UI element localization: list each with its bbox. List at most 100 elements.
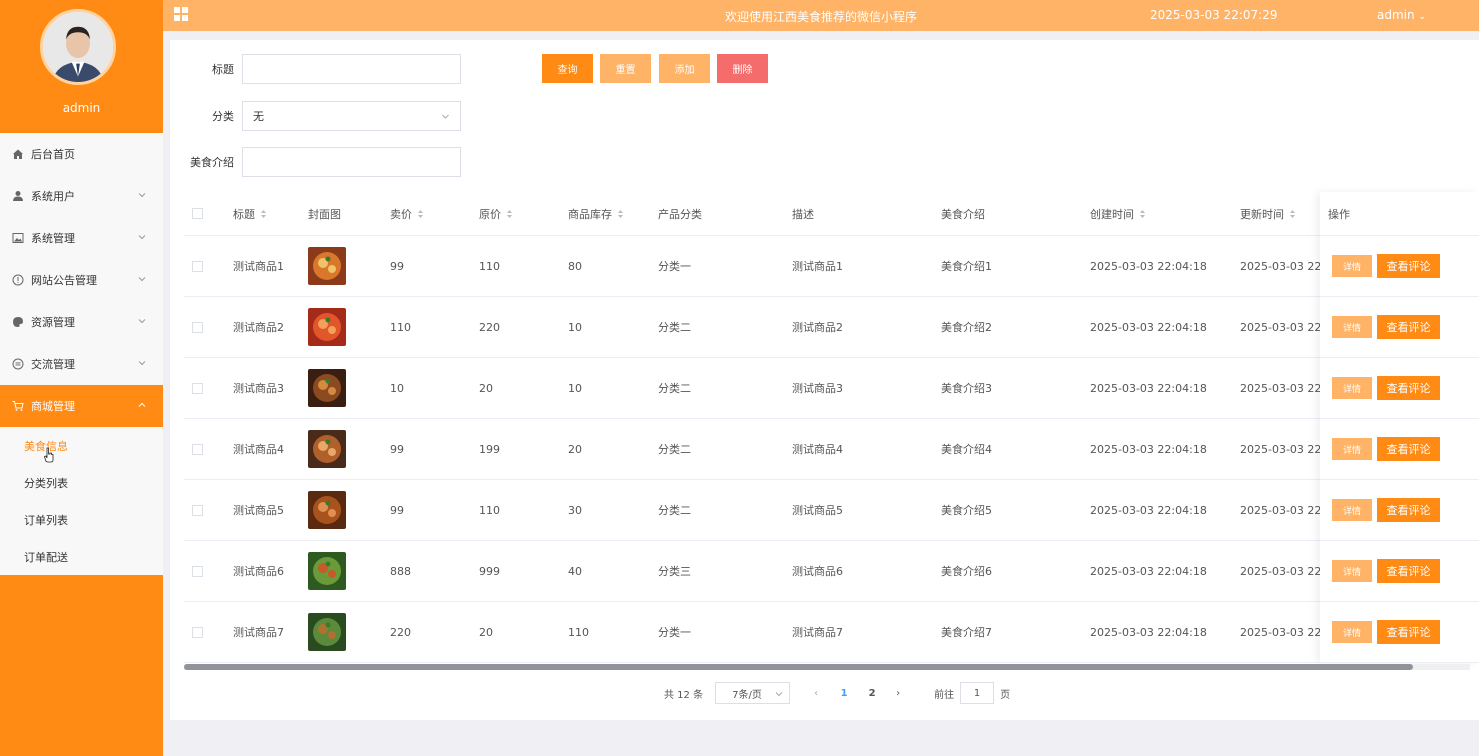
header-original[interactable]: 原价 (479, 192, 513, 235)
cell-title: 测试商品5 (233, 504, 284, 517)
cell-cover[interactable] (308, 297, 346, 357)
detail-button[interactable]: 详情 (1332, 377, 1372, 399)
sub-item-order-list[interactable]: 订单列表 (0, 501, 163, 538)
detail-button[interactable]: 详情 (1332, 316, 1372, 338)
cover-image[interactable] (308, 491, 346, 529)
cell-category: 分类一 (658, 260, 691, 273)
detail-button[interactable]: 详情 (1332, 499, 1372, 521)
operations-body: 详情 查看评论 详情 查看评论 详情 查看评论 详情 查看评论 详情 查看评论 … (1320, 236, 1479, 663)
cover-image[interactable] (308, 247, 346, 285)
sidebar-item-shop[interactable]: 商城管理 (0, 385, 163, 427)
cell-intro: 美食介绍5 (941, 504, 992, 517)
home-icon (11, 148, 24, 161)
header-title[interactable]: 标题 (233, 192, 267, 235)
header-created[interactable]: 创建时间 (1090, 192, 1146, 235)
sidebar-item-label: 交流管理 (31, 358, 75, 371)
page-number[interactable]: 2 (862, 688, 882, 699)
cell-intro: 美食介绍3 (941, 382, 992, 395)
next-page-button[interactable]: › (890, 688, 906, 699)
ops-row: 详情 查看评论 (1320, 419, 1479, 480)
filter-category-row: 分类 无 (170, 101, 461, 131)
sub-item-food-info[interactable]: 美食信息 (0, 427, 163, 464)
sidebar-item-label: 系统管理 (31, 232, 75, 245)
cell-intro: 美食介绍7 (941, 626, 992, 639)
cell-title: 测试商品6 (233, 565, 284, 578)
chevron-down-icon (138, 235, 146, 240)
cell-stock: 10 (568, 320, 582, 334)
hand-cursor-icon (44, 447, 54, 463)
delete-button[interactable]: 删除 (717, 54, 768, 83)
cover-image[interactable] (308, 613, 346, 651)
view-comments-button[interactable]: 查看评论 (1377, 559, 1440, 583)
reset-button[interactable]: 重置 (600, 54, 651, 83)
row-checkbox[interactable] (192, 541, 203, 601)
avatar[interactable] (40, 9, 116, 85)
view-comments-button[interactable]: 查看评论 (1377, 437, 1440, 461)
chevron-down-icon (138, 361, 146, 366)
query-button[interactable]: 查询 (542, 54, 593, 83)
detail-button[interactable]: 详情 (1332, 621, 1372, 643)
row-checkbox[interactable] (192, 297, 203, 357)
header-updated[interactable]: 更新时间 (1240, 192, 1296, 235)
sidebar-item-announcements[interactable]: 网站公告管理 (0, 259, 163, 301)
detail-button[interactable]: 详情 (1332, 560, 1372, 582)
cell-original: 999 (479, 564, 500, 578)
sidebar-item-home[interactable]: 后台首页 (0, 133, 163, 175)
app-title: 欢迎使用江西美食推荐的微信小程序 (724, 10, 917, 24)
cell-cover[interactable] (308, 480, 346, 540)
row-checkbox[interactable] (192, 419, 203, 479)
cover-image[interactable] (308, 308, 346, 346)
sub-item-category-list[interactable]: 分类列表 (0, 464, 163, 501)
cover-image[interactable] (308, 552, 346, 590)
chevron-down-icon (775, 692, 783, 697)
sidebar-item-communication[interactable]: 交流管理 (0, 343, 163, 385)
goto-page-input[interactable]: 1 (960, 682, 995, 704)
view-comments-button[interactable]: 查看评论 (1377, 376, 1440, 400)
detail-button[interactable]: 详情 (1332, 255, 1372, 277)
select-all-checkbox[interactable] (192, 192, 203, 235)
page-number[interactable]: 1 (834, 688, 854, 699)
cell-price: 888 (390, 564, 411, 578)
title-input[interactable] (242, 54, 461, 84)
cell-stock: 10 (568, 381, 582, 395)
sidebar-item-label: 后台首页 (31, 148, 75, 161)
chevron-down-icon (138, 319, 146, 324)
sidebar-item-resources[interactable]: 资源管理 (0, 301, 163, 343)
cell-intro: 美食介绍2 (941, 321, 992, 334)
cell-updated: 2025-03-03 22:04 (1240, 503, 1320, 517)
sub-item-order-delivery[interactable]: 订单配送 (0, 538, 163, 575)
view-comments-button[interactable]: 查看评论 (1377, 620, 1440, 644)
scrollbar-thumb[interactable] (184, 664, 1413, 670)
category-select[interactable]: 无 (242, 101, 461, 131)
page-size-select[interactable]: 7条/页 (715, 682, 791, 704)
row-checkbox[interactable] (192, 236, 203, 296)
cover-image[interactable] (308, 369, 346, 407)
cell-title: 测试商品4 (233, 443, 284, 456)
table-row: 测试商品3 10 20 10 分类二 测试商品3 美食介绍3 2025-03-0… (184, 358, 1470, 419)
cell-cover[interactable] (308, 541, 346, 601)
horizontal-scrollbar[interactable] (184, 664, 1470, 670)
cell-cover[interactable] (308, 236, 346, 296)
view-comments-button[interactable]: 查看评论 (1377, 498, 1440, 522)
cell-cover[interactable] (308, 602, 346, 662)
sidebar-item-system-manage[interactable]: 系统管理 (0, 217, 163, 259)
view-comments-button[interactable]: 查看评论 (1377, 315, 1440, 339)
view-comments-button[interactable]: 查看评论 (1377, 254, 1440, 278)
cell-category: 分类二 (658, 504, 691, 517)
chevron-up-icon (138, 402, 146, 407)
row-checkbox[interactable] (192, 602, 203, 662)
cover-image[interactable] (308, 430, 346, 468)
intro-input[interactable] (242, 147, 461, 177)
add-button[interactable]: 添加 (659, 54, 710, 83)
header-price[interactable]: 卖价 (390, 192, 424, 235)
sidebar-item-system-users[interactable]: 系统用户 (0, 175, 163, 217)
chat-icon (11, 358, 24, 371)
header-stock[interactable]: 商品库存 (568, 192, 624, 235)
row-checkbox[interactable] (192, 480, 203, 540)
detail-button[interactable]: 详情 (1332, 438, 1372, 460)
user-dropdown[interactable]: admin ⌄ (1377, 8, 1426, 22)
cell-cover[interactable] (308, 358, 346, 418)
row-checkbox[interactable] (192, 358, 203, 418)
cell-cover[interactable] (308, 419, 346, 479)
prev-page-button[interactable]: ‹ (808, 688, 824, 699)
